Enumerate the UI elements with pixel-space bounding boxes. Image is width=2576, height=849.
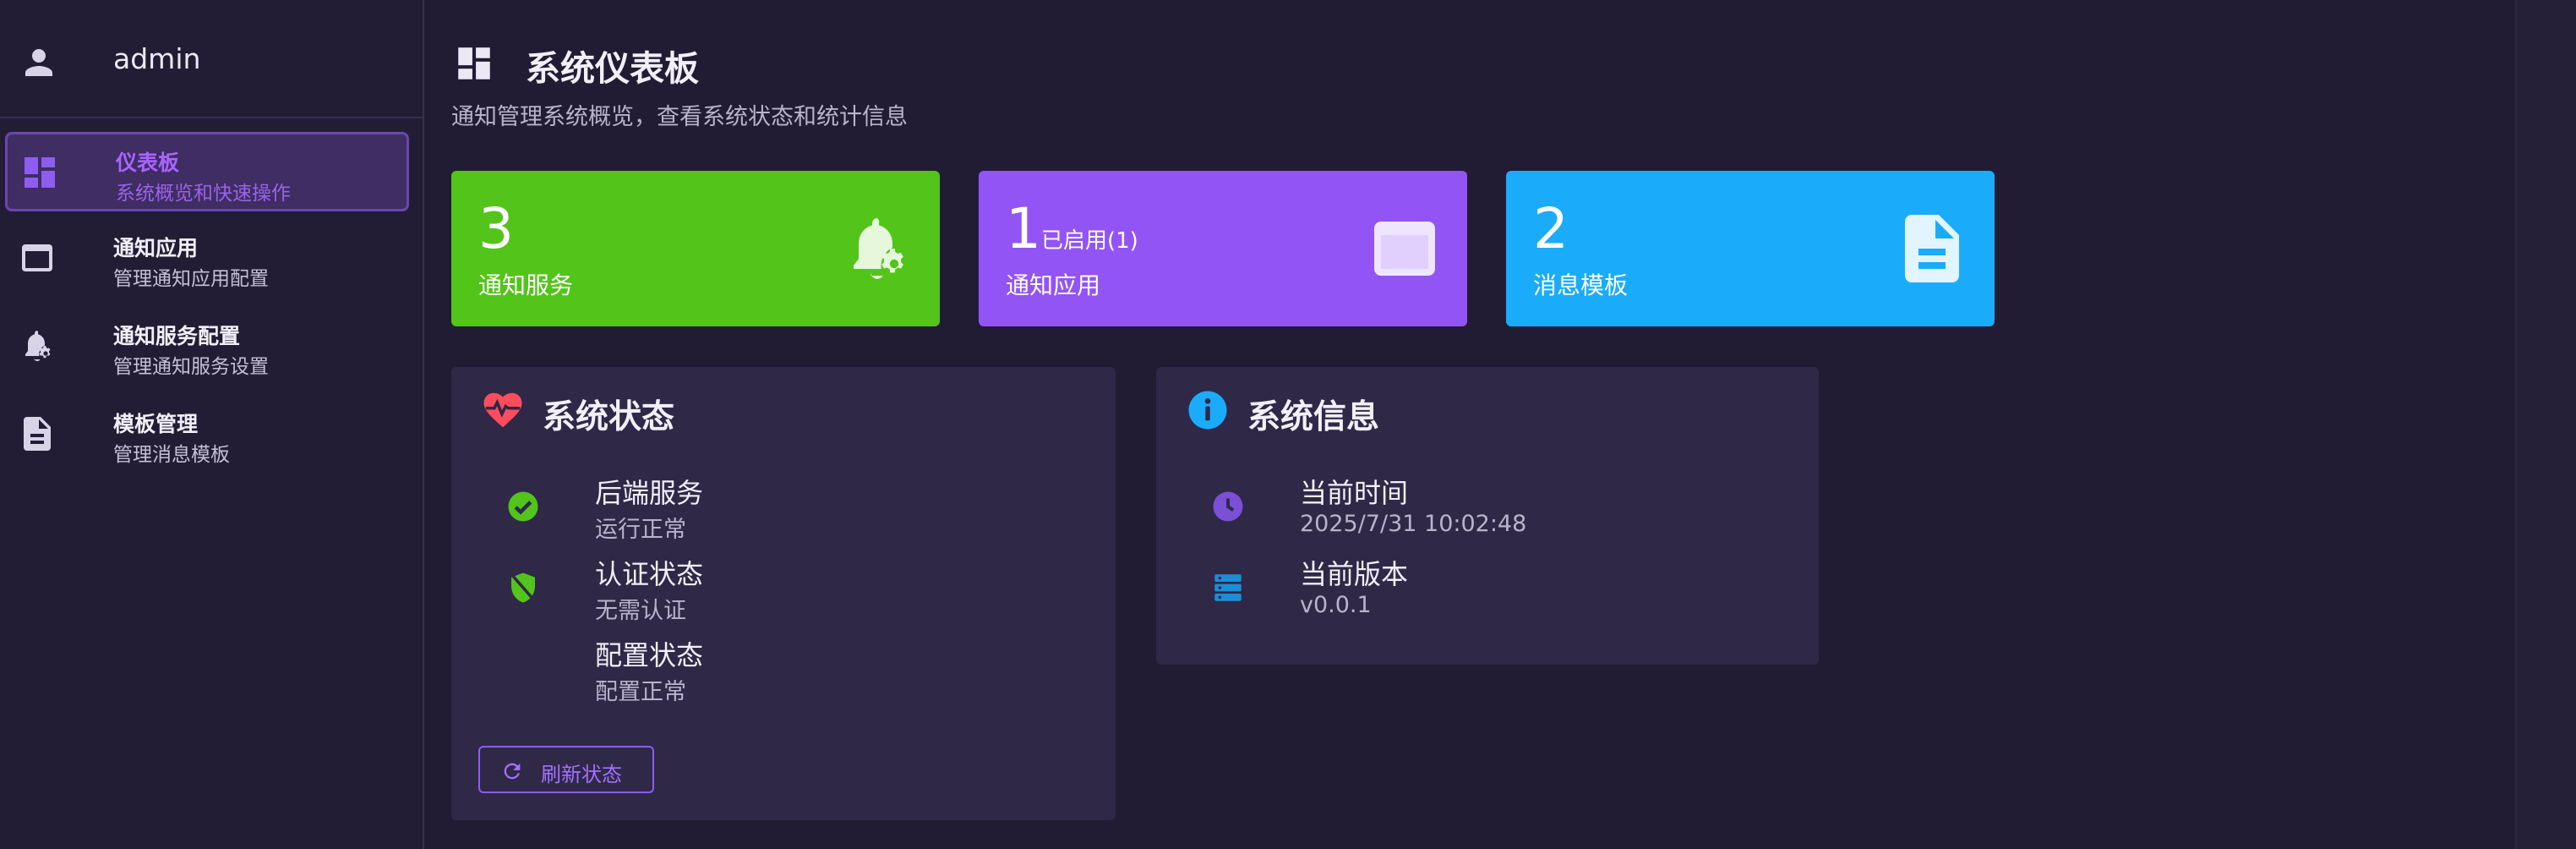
status-value: 运行正常 [595,517,686,543]
info-title: 当前时间 [1300,477,1409,509]
app-window-icon [1374,222,1435,276]
refresh-icon [504,763,521,780]
stat-card-services[interactable]: 3 通知服务 [451,171,940,326]
server-icon [1214,574,1242,601]
document-icon [24,417,51,451]
sidebar-item-templates[interactable]: 模板管理 管理消息模板 [5,396,409,475]
status-row-backend: 后端服务 运行正常 [451,472,1094,543]
info-circle-icon [1188,391,1227,430]
status-row-auth: 认证状态 无需认证 [451,553,1094,624]
stat-suffix: 已启用(1) [1041,228,1138,254]
info-title: 当前版本 [1300,558,1409,590]
info-value: 2025/7/31 10:02:48 [1300,511,1527,537]
page-title: 系统仪表板 [526,48,699,89]
stat-number: 3 [478,196,514,261]
stat-value: 1已启用(1) [1006,201,1138,257]
info-row-current-time: 当前时间 2025/7/31 10:02:48 [1156,472,1798,540]
sidebar-item-dashboard[interactable]: 仪表板 系统概览和快速操作 [5,132,409,211]
heart-pulse-icon [483,392,522,428]
refresh-status-label: 刷新状态 [541,763,622,786]
panel-title: 系统状态 [543,398,675,436]
status-title: 认证状态 [595,558,704,590]
stat-label: 通知服务 [478,271,574,299]
stat-number: 1 [1006,196,1041,261]
shield-icon [511,572,535,603]
stat-number: 2 [1533,196,1569,261]
person-icon [25,49,52,76]
sidebar-item-subtitle: 管理消息模板 [113,444,230,466]
stat-card-templates[interactable]: 2 消息模板 [1506,171,1995,326]
sidebar-item-title: 通知服务配置 [113,324,241,348]
dashboard-icon [458,47,490,79]
stat-label: 通知应用 [1006,271,1101,299]
bell-gear-icon [854,218,903,279]
check-circle-icon [508,491,538,522]
system-status-panel: 系统状态 后端服务 运行正常 认证状态 无需认证 配置状态 配置正常 刷新状态 [451,367,1116,820]
dashboard-icon [25,157,55,188]
info-row-version: 当前版本 v0.0.1 [1156,553,1798,621]
page-subtitle: 通知管理系统概览，查看系统状态和统计信息 [451,104,908,130]
stat-card-apps[interactable]: 1已启用(1) 通知应用 [979,171,1467,326]
panel-title: 系统信息 [1247,398,1380,436]
vertical-scrollbar[interactable] [2515,0,2576,849]
stat-value: 3 [478,201,514,257]
sidebar-item-subtitle: 管理通知应用配置 [113,268,269,290]
sidebar-item-notify-apps[interactable]: 通知应用 管理通知应用配置 [5,220,409,299]
status-value: 配置正常 [595,679,686,705]
app-window-icon [22,244,52,271]
user-profile[interactable]: admin [0,0,423,118]
refresh-status-button[interactable]: 刷新状态 [478,746,654,793]
document-icon [1905,215,1959,282]
clock-icon [1213,491,1243,522]
sidebar-item-title: 通知应用 [113,236,199,260]
status-title: 配置状态 [595,639,704,671]
user-name: admin [113,42,201,75]
sidebar: admin 仪表板 系统概览和快速操作 通知应用 管理通知应用配置 通知服务配置… [0,0,424,849]
sidebar-item-subtitle: 管理通知服务设置 [113,356,269,378]
sidebar-item-notify-service-config[interactable]: 通知服务配置 管理通知服务设置 [5,308,409,387]
status-title: 后端服务 [595,477,704,509]
stat-value: 2 [1533,201,1569,257]
sidebar-item-title: 仪表板 [116,151,180,175]
system-info-panel: 系统信息 当前时间 2025/7/31 10:02:48 当前版本 v0.0.1 [1156,367,1819,665]
status-value: 无需认证 [595,598,686,624]
info-value: v0.0.1 [1300,592,1372,618]
stat-label: 消息模板 [1533,271,1629,299]
sidebar-item-subtitle: 系统概览和快速操作 [116,183,291,205]
status-row-config: 配置状态 配置正常 [451,634,1094,705]
sidebar-item-title: 模板管理 [113,412,199,436]
bell-gear-icon [25,331,51,361]
